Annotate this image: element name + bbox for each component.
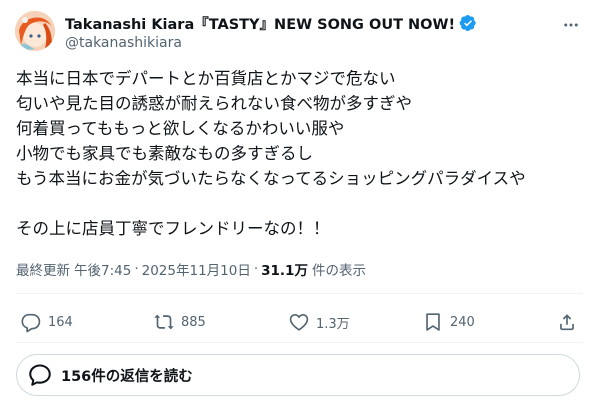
display-name[interactable]: Takanashi Kiara『TASTY』NEW SONG OUT NOW! xyxy=(65,13,455,34)
bookmark-count: 240 xyxy=(450,314,475,330)
action-bar: 164 885 1.3万 240 xyxy=(16,310,582,334)
bookmark-button[interactable]: 240 xyxy=(422,310,475,334)
tweet-text: 本当に日本でデパートとか百貨店とかマジで危ない 匂いや見た目の誘惑が耐えられない… xyxy=(16,66,582,241)
divider xyxy=(16,293,582,294)
repost-button[interactable]: 885 xyxy=(153,310,206,334)
display-name-row: Takanashi Kiara『TASTY』NEW SONG OUT NOW! xyxy=(65,13,477,33)
divider xyxy=(16,342,582,343)
heart-icon xyxy=(288,311,310,333)
read-replies-button[interactable]: 156件の返信を読む xyxy=(16,354,580,396)
verified-badge-icon[interactable] xyxy=(459,14,477,32)
tweet-line: その上に店員丁寧でフレンドリーなの！！ xyxy=(16,219,330,238)
avatar-image xyxy=(15,11,55,51)
tweet-date[interactable]: 2025年11月10日 xyxy=(142,259,251,279)
tweet-header: Takanashi Kiara『TASTY』NEW SONG OUT NOW! … xyxy=(15,11,585,55)
bookmark-icon xyxy=(422,311,444,333)
views-label: 件の表示 xyxy=(311,263,366,279)
like-button[interactable]: 1.3万 xyxy=(288,310,350,334)
reply-bubble-icon xyxy=(20,311,42,333)
share-button[interactable] xyxy=(556,310,578,334)
tweet-line: 小物でも家具でも素敵なもの多すぎるし xyxy=(16,144,313,163)
meta-separator: · xyxy=(134,261,139,277)
tweet-line: 匂いや見た目の誘惑が耐えられない食べ物が多すぎや xyxy=(16,94,412,113)
chat-bubble-icon xyxy=(27,362,53,388)
tweet-time[interactable]: 午後7:45 xyxy=(74,259,131,279)
more-dots-icon[interactable] xyxy=(561,15,581,35)
tweet-meta: 最終更新 午後7:45 · 2025年11月10日 · 31.1万 件の表示 xyxy=(16,259,366,279)
like-count: 1.3万 xyxy=(316,316,350,332)
tweet-line: もう本当にお金が気づいたらなくなってるショッピングパラダイスや xyxy=(16,169,526,188)
author-block: Takanashi Kiara『TASTY』NEW SONG OUT NOW! … xyxy=(65,13,477,51)
edited-label[interactable]: 最終更新 xyxy=(16,259,70,279)
repost-arrows-icon xyxy=(153,311,175,333)
avatar[interactable] xyxy=(15,11,55,51)
reply-count: 164 xyxy=(48,314,73,330)
tweet-line: 何着買ってももっと欲しくなるかわいい服や xyxy=(16,119,345,138)
repost-count: 885 xyxy=(181,314,206,330)
handle[interactable]: @takanashikiara xyxy=(65,35,477,51)
tweet-line: 本当に日本でデパートとか百貨店とかマジで危ない xyxy=(16,69,396,88)
share-upload-icon xyxy=(556,311,578,333)
read-replies-label: 156件の返信を読む xyxy=(61,368,193,385)
meta-separator: · xyxy=(253,261,259,277)
views-count: 31.1万 xyxy=(261,263,308,279)
reply-button[interactable]: 164 xyxy=(20,310,73,334)
